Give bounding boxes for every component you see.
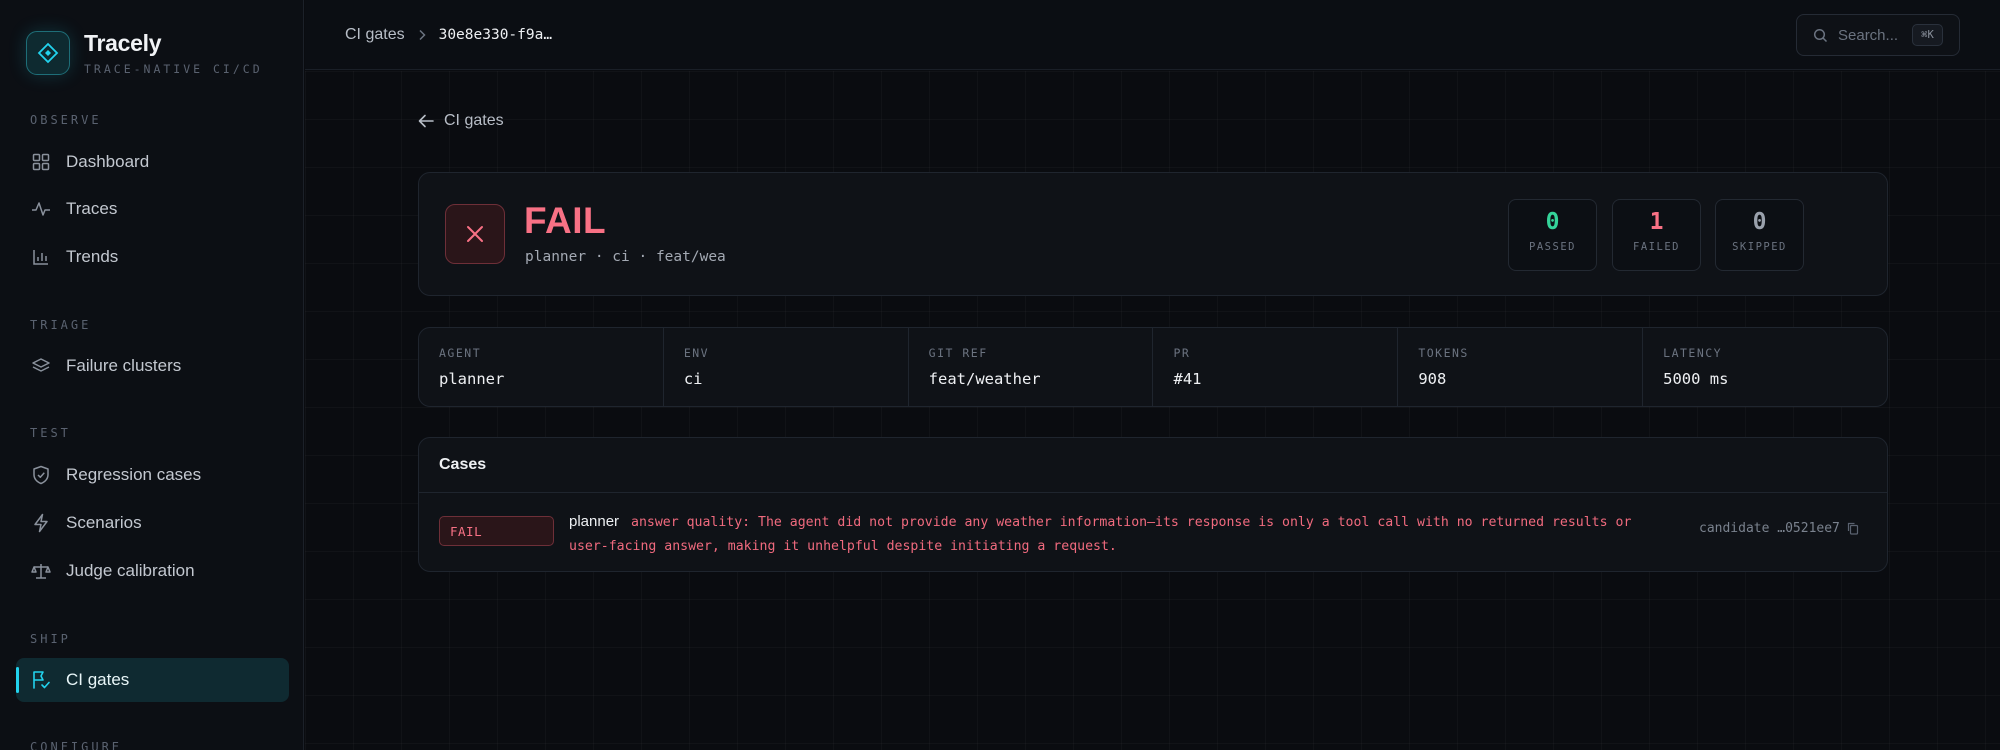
meta-label: PR bbox=[1173, 346, 1191, 360]
nav-section-ship: SHIP bbox=[30, 632, 71, 646]
gate-meta-card: AGENT planner ENV ci GIT REF feat/weathe… bbox=[418, 327, 1888, 407]
meta-tokens: TOKENS 908 bbox=[1398, 328, 1644, 406]
back-link-label: CI gates bbox=[444, 112, 504, 129]
meta-value: #41 bbox=[1173, 370, 1202, 388]
layers-icon bbox=[30, 355, 52, 377]
search-input[interactable]: Search... ⌘K bbox=[1796, 14, 1960, 56]
breadcrumb: CI gates 30e8e330-f9a… bbox=[345, 0, 552, 70]
stat-skipped-value: 0 bbox=[1752, 209, 1767, 235]
gate-subtitle: planner · ci · feat/wea bbox=[525, 249, 726, 265]
meta-value: feat/weather bbox=[928, 370, 1041, 388]
nav-section-observe: OBSERVE bbox=[30, 113, 102, 127]
grid-icon bbox=[30, 151, 52, 173]
sidebar-item-label: Regression cases bbox=[66, 465, 202, 484]
brand[interactable]: Tracely TRACE-NATIVE CI/CD bbox=[26, 30, 263, 76]
sidebar-item-judge-calibration[interactable]: Judge calibration bbox=[16, 549, 289, 593]
case-message-block: planner answer quality: The agent did no… bbox=[569, 510, 1669, 559]
meta-agent: AGENT planner bbox=[419, 328, 664, 406]
sidebar-item-label: Scenarios bbox=[66, 513, 142, 532]
sidebar: Tracely TRACE-NATIVE CI/CD OBSERVE Dashb… bbox=[0, 0, 304, 750]
sidebar-item-label: Failure clusters bbox=[66, 356, 182, 375]
meta-value: ci bbox=[683, 370, 703, 388]
diamond-logo-icon bbox=[26, 31, 70, 75]
sidebar-item-trends[interactable]: Trends bbox=[16, 235, 289, 279]
stat-failed-value: 1 bbox=[1649, 209, 1664, 235]
sidebar-item-dashboard[interactable]: Dashboard bbox=[16, 140, 289, 184]
meta-label: LATENCY bbox=[1663, 346, 1723, 360]
nav-section-test: TEST bbox=[30, 426, 71, 440]
gate-status-card: FAIL planner · ci · feat/wea 0 PASSED 1 … bbox=[418, 172, 1888, 296]
stat-passed-label: PASSED bbox=[1529, 241, 1576, 253]
stat-skipped: 0 SKIPPED bbox=[1715, 199, 1804, 271]
sidebar-item-traces[interactable]: Traces bbox=[16, 187, 289, 231]
sidebar-item-label: Dashboard bbox=[66, 152, 150, 171]
main-content: CI gates FAIL planner · ci · feat/wea 0 … bbox=[305, 71, 2000, 750]
chevron-right-icon bbox=[417, 29, 427, 41]
stat-skipped-label: SKIPPED bbox=[1732, 241, 1787, 253]
cases-card: Cases FAIL planner answer quality: The a… bbox=[418, 437, 1888, 572]
sidebar-item-label: Trends bbox=[66, 247, 119, 266]
case-candidate[interactable]: candidate …0521ee7 bbox=[1699, 521, 1859, 536]
sidebar-item-label: Traces bbox=[66, 199, 118, 218]
meta-label: TOKENS bbox=[1418, 346, 1469, 360]
sidebar-item-ci-gates[interactable]: CI gates bbox=[16, 658, 289, 702]
scale-icon bbox=[30, 560, 52, 582]
meta-label: GIT REF bbox=[928, 346, 988, 360]
nav-section-triage: TRIAGE bbox=[30, 318, 92, 332]
nav-section-configure: CONFIGURE bbox=[30, 740, 123, 750]
case-agent: planner bbox=[569, 513, 620, 530]
shield-check-icon bbox=[30, 464, 52, 486]
meta-latency: LATENCY 5000 ms bbox=[1643, 328, 1887, 406]
back-link[interactable]: CI gates bbox=[418, 112, 504, 130]
sidebar-item-label: CI gates bbox=[66, 670, 130, 689]
meta-pr: PR #41 bbox=[1153, 328, 1399, 406]
brand-name: Tracely bbox=[84, 30, 162, 56]
flag-check-icon bbox=[30, 669, 52, 691]
cases-title: Cases bbox=[419, 438, 1887, 493]
stat-failed-label: FAILED bbox=[1633, 241, 1680, 253]
meta-git-ref: GIT REF feat/weather bbox=[909, 328, 1154, 406]
zap-icon bbox=[30, 512, 52, 534]
meta-value: 908 bbox=[1418, 370, 1447, 388]
arrow-left-icon bbox=[418, 114, 434, 128]
search-shortcut: ⌘K bbox=[1912, 24, 1943, 46]
case-message: answer quality: The agent did not provid… bbox=[569, 515, 1632, 554]
search-icon bbox=[1813, 28, 1828, 43]
meta-env: ENV ci bbox=[664, 328, 909, 406]
sidebar-item-label: Judge calibration bbox=[66, 561, 195, 580]
meta-value: 5000 ms bbox=[1663, 370, 1729, 388]
case-row[interactable]: FAIL planner answer quality: The agent d… bbox=[419, 493, 1887, 572]
case-status-badge: FAIL bbox=[439, 516, 554, 546]
breadcrumb-ci-gates[interactable]: CI gates bbox=[345, 26, 405, 44]
meta-label: ENV bbox=[683, 346, 710, 360]
bar-chart-icon bbox=[30, 246, 52, 268]
fail-x-icon bbox=[445, 204, 505, 264]
breadcrumb-run-id: 30e8e330-f9a… bbox=[438, 27, 553, 43]
sidebar-item-failure-clusters[interactable]: Failure clusters bbox=[16, 344, 289, 388]
meta-label: AGENT bbox=[439, 346, 482, 360]
brand-tagline: TRACE-NATIVE CI/CD bbox=[84, 62, 263, 76]
meta-value: planner bbox=[439, 370, 505, 388]
search-placeholder: Search... bbox=[1838, 26, 1899, 44]
activity-icon bbox=[30, 198, 52, 220]
topbar: CI gates 30e8e330-f9a… Search... ⌘K bbox=[305, 0, 2000, 70]
stat-failed: 1 FAILED bbox=[1612, 199, 1701, 271]
gate-result: FAIL bbox=[524, 200, 607, 241]
sidebar-item-regression-cases[interactable]: Regression cases bbox=[16, 453, 289, 497]
stat-passed-value: 0 bbox=[1545, 209, 1560, 235]
stat-passed: 0 PASSED bbox=[1508, 199, 1597, 271]
sidebar-item-scenarios[interactable]: Scenarios bbox=[16, 501, 289, 545]
case-candidate-label: candidate …0521ee7 bbox=[1699, 521, 1840, 536]
copy-icon[interactable] bbox=[1847, 522, 1859, 535]
